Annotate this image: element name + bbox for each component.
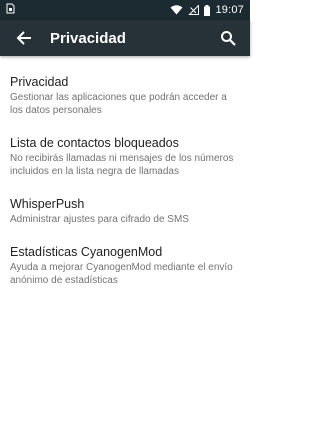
- arrow-back-icon[interactable]: [12, 26, 36, 50]
- app-bar: Privacidad: [0, 20, 250, 56]
- list-item-cm-stats[interactable]: Estadísticas CyanogenMod Ayuda a mejorar…: [0, 234, 250, 295]
- item-title: Privacidad: [10, 75, 69, 89]
- status-left: [6, 3, 15, 17]
- battery-icon: [204, 4, 211, 16]
- item-title: Estadísticas CyanogenMod: [10, 245, 163, 259]
- list-item-privacidad[interactable]: Privacidad Gestionar las aplicaciones qu…: [0, 64, 250, 125]
- item-title: Lista de contactos bloqueados: [10, 136, 179, 150]
- page-title: Privacidad: [50, 29, 126, 47]
- status-right: 19:07: [170, 4, 244, 16]
- list-item-blocked-contacts[interactable]: Lista de contactos bloqueados No recibir…: [0, 125, 250, 186]
- list-item-whisperpush[interactable]: WhisperPush Administrar ajustes para cif…: [0, 186, 250, 234]
- item-summary: Gestionar las aplicaciones que podrán ac…: [10, 92, 227, 116]
- status-time: 19:07: [215, 4, 244, 16]
- item-summary: Administrar ajustes para cifrado de SMS: [10, 214, 189, 225]
- settings-list: Privacidad Gestionar las aplicaciones qu…: [0, 56, 250, 295]
- no-signal-icon: [188, 5, 200, 15]
- item-summary: Ayuda a mejorar CyanogenMod mediante el …: [10, 262, 233, 286]
- sim-icon: [6, 3, 15, 17]
- item-title: WhisperPush: [10, 197, 85, 211]
- item-summary: No recibirás llamadas ni mensajes de los…: [10, 153, 234, 177]
- status-bar: 19:07: [0, 0, 250, 20]
- wifi-icon: [170, 5, 183, 15]
- search-icon[interactable]: [216, 26, 240, 50]
